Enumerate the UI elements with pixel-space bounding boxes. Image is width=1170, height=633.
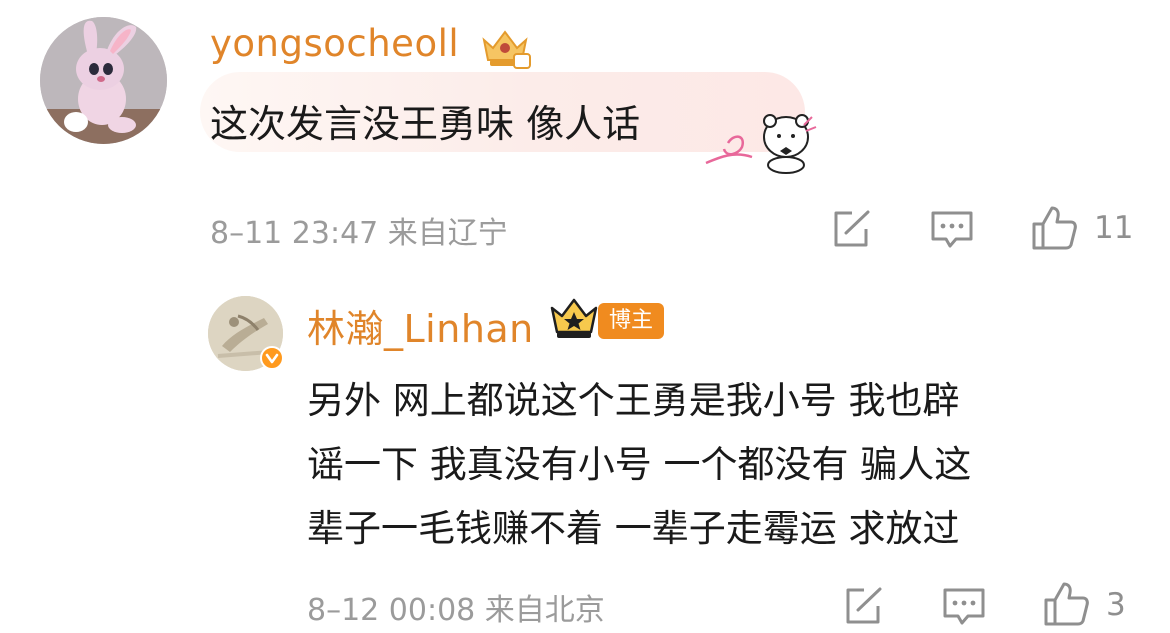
share-icon[interactable] <box>842 586 884 626</box>
comment-timestamp-location: 8–11 23:47 来自辽宁 <box>210 216 508 251</box>
like-icon[interactable] <box>1042 580 1090 628</box>
username[interactable]: 林瀚_Linhan <box>307 298 534 353</box>
crown-icon <box>550 298 598 338</box>
blogger-tag: 博主 <box>598 303 664 339</box>
comment-icon[interactable] <box>942 585 986 629</box>
avatar[interactable] <box>40 17 167 144</box>
verified-icon <box>260 346 284 370</box>
reply-timestamp-location: 8–12 00:08 来自北京 <box>307 593 605 628</box>
like-count: 3 <box>1106 587 1126 623</box>
reply-text-line[interactable]: 辈子一毛钱赚不着 一辈子走霉运 求放过 <box>307 498 960 552</box>
like-count: 11 <box>1094 210 1134 246</box>
comment-text[interactable]: 这次发言没王勇味 像人话 <box>210 93 640 148</box>
reply-text-line[interactable]: 谣一下 我真没有小号 一个都没有 骗人这 <box>307 434 971 488</box>
share-icon[interactable] <box>830 209 872 249</box>
bear-sticker <box>705 114 817 174</box>
username[interactable]: yongsocheoll <box>210 22 459 65</box>
crown-icon <box>482 30 531 69</box>
like-icon[interactable] <box>1030 204 1078 252</box>
comment-icon[interactable] <box>930 208 974 252</box>
reply-text-line[interactable]: 另外 网上都说这个王勇是我小号 我也辟 <box>307 370 960 424</box>
